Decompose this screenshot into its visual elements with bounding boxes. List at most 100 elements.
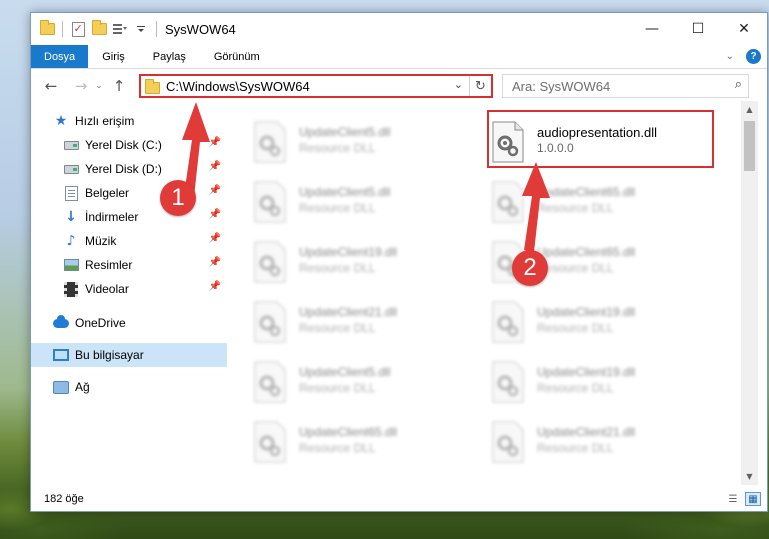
file-description: Resource DLL <box>299 321 376 335</box>
qat-dropdown-icon[interactable] <box>133 21 149 37</box>
file-explorer-window: SysWOW64 — ☐ ✕ Dosya Giriş Paylaş Görünü… <box>30 12 768 512</box>
sidebar-item-this-pc[interactable]: Bu bilgisayar <box>31 343 227 367</box>
view-switcher: ☰ ▦ <box>725 492 761 506</box>
new-folder-icon[interactable] <box>91 20 107 37</box>
help-icon[interactable]: ? <box>746 49 761 64</box>
file-description: Resource DLL <box>299 141 376 155</box>
file-item[interactable]: UpdateClient65.dll Resource DLL <box>465 231 695 287</box>
ribbon-right: ⌄ ? <box>726 45 767 68</box>
properties-icon[interactable] <box>70 21 86 37</box>
recent-locations-icon[interactable]: ⌄ <box>93 74 105 98</box>
file-description: Resource DLL <box>537 201 614 215</box>
scroll-down-icon[interactable]: ▼ <box>741 468 758 485</box>
address-bar[interactable]: C:\Windows\SysWOW64 ⌄ ↻ <box>139 74 493 98</box>
star-icon: ★ <box>54 113 68 129</box>
pin-icon[interactable]: 📌 <box>209 257 221 268</box>
maximize-button[interactable]: ☐ <box>675 13 721 45</box>
tab-share[interactable]: Paylaş <box>139 45 200 68</box>
sidebar-item-label: Müzik <box>85 234 117 248</box>
window-title: SysWOW64 <box>165 21 236 37</box>
refresh-icon[interactable]: ↻ <box>469 76 491 96</box>
sidebar-item-label: Yerel Disk (D:) <box>85 162 162 176</box>
sidebar-item-music[interactable]: ♪ Müzik 📌 <box>31 229 227 253</box>
file-description: Resource DLL <box>299 201 376 215</box>
tab-file[interactable]: Dosya <box>31 45 89 68</box>
folder-icon <box>39 20 55 37</box>
sidebar-item-local-disk-c[interactable]: Yerel Disk (C:) 📌 <box>31 133 227 157</box>
network-icon <box>53 379 69 395</box>
file-item[interactable]: UpdateClient5.dll Resource DLL <box>227 171 457 227</box>
cloud-icon <box>53 314 69 331</box>
back-arrow-icon[interactable]: ← <box>39 74 63 98</box>
dll-file-icon <box>492 181 524 223</box>
tiles-view-icon[interactable]: ▦ <box>745 492 761 506</box>
dll-file-icon <box>254 421 286 463</box>
details-view-icon[interactable]: ☰ <box>725 492 741 506</box>
sidebar-item-label: Videolar <box>85 282 129 296</box>
forward-arrow-icon[interactable]: → <box>69 74 93 98</box>
file-description: Resource DLL <box>537 441 614 455</box>
customize-toolbar-icon[interactable] <box>112 21 128 37</box>
file-name: UpdateClient65.dll <box>537 185 636 199</box>
dll-file-icon <box>254 121 286 163</box>
file-name: UpdateClient65.dll <box>537 245 636 259</box>
file-item[interactable]: UpdateClient5.dll Resource DLL <box>227 111 457 167</box>
title-bar: SysWOW64 — ☐ ✕ <box>31 13 767 45</box>
pin-icon[interactable]: 📌 <box>209 137 221 148</box>
address-dropdown-icon[interactable]: ⌄ <box>454 78 463 91</box>
search-icon: ⌕ <box>734 77 742 92</box>
sidebar-item-onedrive[interactable]: OneDrive <box>31 311 227 335</box>
file-item[interactable]: UpdateClient65.dll Resource DLL <box>465 171 695 227</box>
scroll-up-icon[interactable]: ▲ <box>741 101 758 118</box>
pin-icon[interactable]: 📌 <box>209 209 221 220</box>
up-arrow-icon[interactable]: ↑ <box>107 74 131 98</box>
tab-view[interactable]: Görünüm <box>200 45 274 68</box>
close-button[interactable]: ✕ <box>721 13 767 45</box>
address-path[interactable]: C:\Windows\SysWOW64 <box>166 79 310 94</box>
file-item[interactable]: UpdateClient5.dll Resource DLL <box>227 351 457 407</box>
pin-icon[interactable]: 📌 <box>209 161 221 172</box>
sidebar-item-quick-access[interactable]: ★ Hızlı erişim <box>31 109 227 133</box>
file-item[interactable]: UpdateClient19.dll Resource DLL <box>465 351 695 407</box>
sidebar-item-downloads[interactable]: ↓ İndirmeler 📌 <box>31 205 227 229</box>
file-description: Resource DLL <box>299 441 376 455</box>
vertical-scrollbar[interactable]: ▲ ▼ <box>741 101 758 485</box>
drive-icon <box>63 161 79 177</box>
file-description: Resource DLL <box>299 381 376 395</box>
sidebar-item-label: Resimler <box>85 258 133 272</box>
quick-access-toolbar <box>31 20 159 37</box>
file-item[interactable]: UpdateClient65.dll Resource DLL <box>227 411 457 467</box>
music-icon: ♪ <box>66 233 76 249</box>
pin-icon[interactable]: 📌 <box>209 185 221 196</box>
file-item[interactable]: UpdateClient21.dll Resource DLL <box>465 411 695 467</box>
file-item[interactable]: UpdateClient21.dll Resource DLL <box>227 291 457 347</box>
scrollbar-thumb[interactable] <box>744 121 755 171</box>
pin-icon[interactable]: 📌 <box>209 281 221 292</box>
sidebar-item-label: Belgeler <box>85 186 130 200</box>
sidebar-item-network[interactable]: Ağ <box>31 375 227 399</box>
step-badge-2: 2 <box>512 250 548 286</box>
sidebar-item-documents[interactable]: Belgeler 📌 <box>31 181 227 205</box>
file-name: UpdateClient21.dll <box>537 425 636 439</box>
sidebar-item-local-disk-d[interactable]: Yerel Disk (D:) 📌 <box>31 157 227 181</box>
expand-ribbon-icon[interactable]: ⌄ <box>726 51 734 62</box>
documents-icon <box>63 185 79 201</box>
file-name: UpdateClient5.dll <box>299 185 391 199</box>
search-placeholder: Ara: SysWOW64 <box>512 78 611 94</box>
window-controls: — ☐ ✕ <box>629 13 767 45</box>
item-count: 182 öğe <box>44 493 84 505</box>
file-item[interactable]: UpdateClient19.dll Resource DLL <box>465 291 695 347</box>
file-item[interactable]: UpdateClient19.dll Resource DLL <box>227 231 457 287</box>
minimize-button[interactable]: — <box>629 13 675 45</box>
dll-file-icon <box>492 361 524 403</box>
navigation-bar: ← → ⌄ ↑ C:\Windows\SysWOW64 ⌄ ↻ Ara: Sys… <box>31 71 767 101</box>
pin-icon[interactable]: 📌 <box>209 233 221 244</box>
search-input[interactable]: Ara: SysWOW64 ⌕ <box>502 74 749 98</box>
dll-file-icon <box>254 181 286 223</box>
sidebar-item-label: OneDrive <box>75 316 126 330</box>
sidebar-item-pictures[interactable]: Resimler 📌 <box>31 253 227 277</box>
toolbar-separator <box>156 21 157 37</box>
dll-file-icon <box>492 301 524 343</box>
sidebar-item-videos[interactable]: Videolar 📌 <box>31 277 227 301</box>
tab-home[interactable]: Giriş <box>88 45 139 68</box>
